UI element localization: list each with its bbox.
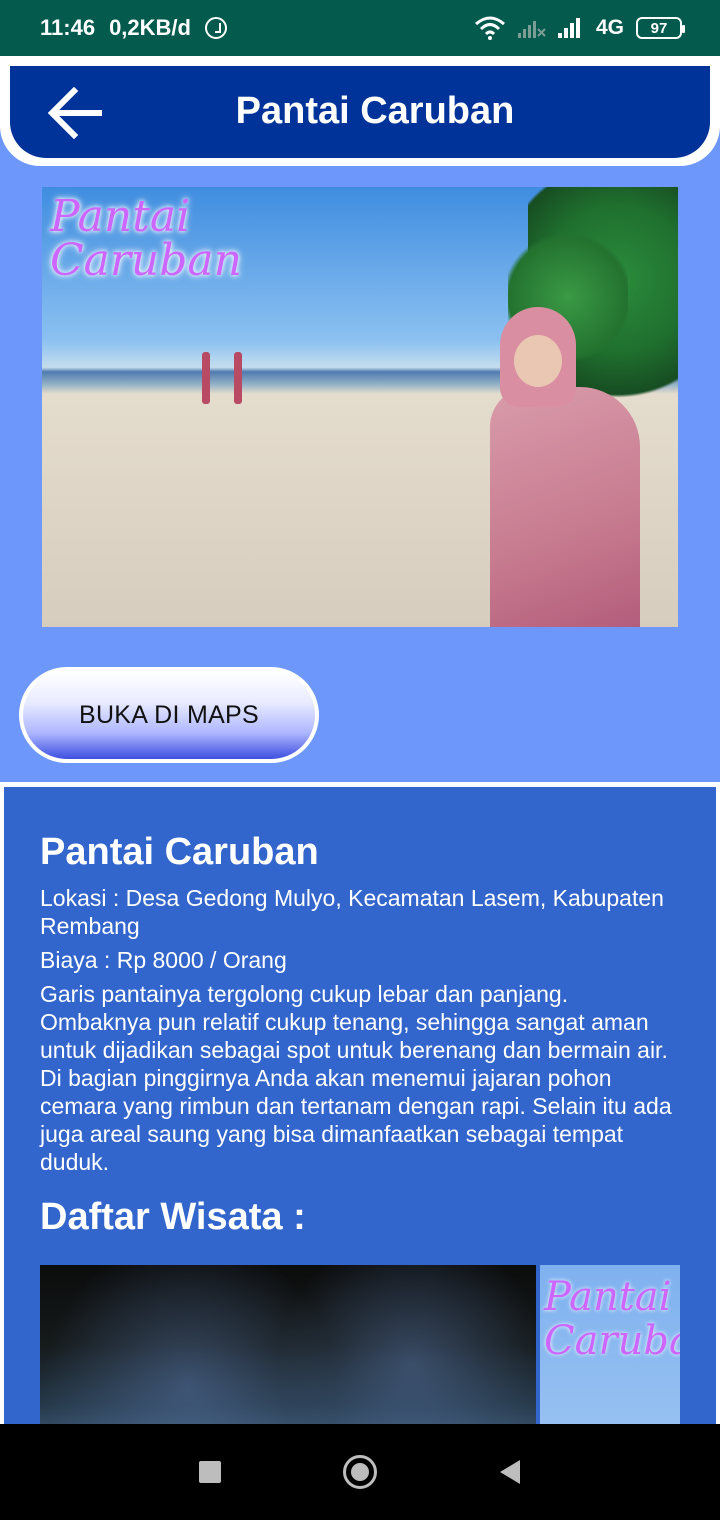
navigation-bar (0, 1424, 720, 1520)
signal-off-icon (517, 17, 546, 39)
page-title: Pantai Caruban (235, 90, 515, 132)
wifi-icon (474, 16, 506, 40)
alarm-icon (204, 17, 227, 39)
back-triangle-icon (500, 1460, 520, 1484)
destination-gallery: Pantai Caruban (40, 1265, 680, 1424)
hero-image: Pantai Caruban (42, 187, 678, 627)
recents-button[interactable] (190, 1452, 230, 1492)
screen: 11:46 0,2KB/d 4G 97 Pantai Caruban Panta… (0, 0, 720, 1520)
status-time: 11:46 (40, 15, 96, 40)
umbrella-decoration (202, 352, 210, 404)
signal-icon (557, 17, 584, 39)
gallery-item[interactable] (40, 1265, 536, 1424)
home-button[interactable] (340, 1452, 380, 1492)
network-label: 4G (595, 16, 624, 39)
gallery-logo-line2: Caruban (544, 1318, 680, 1364)
status-bar: 11:46 0,2KB/d 4G 97 (0, 0, 720, 56)
hero-logo-line2: Caruban (50, 235, 243, 286)
open-maps-button-label: BUKA DI MAPS (23, 671, 315, 759)
info-section: Pantai Caruban Lokasi : Desa Gedong Muly… (0, 782, 720, 1424)
status-left: 11:46 0,2KB/d (40, 15, 227, 41)
status-data-rate: 0,2KB/d (109, 15, 191, 40)
info-title: Pantai Caruban (40, 831, 319, 873)
umbrella-decoration (234, 352, 242, 404)
person-face (514, 335, 562, 387)
info-card: Pantai Caruban Lokasi : Desa Gedong Muly… (4, 787, 716, 1424)
info-description: Garis pantainya tergolong cukup lebar da… (40, 981, 672, 1175)
open-maps-button[interactable]: BUKA DI MAPS (19, 667, 319, 763)
hero-logo-line1: Pantai (50, 191, 191, 242)
info-location: Lokasi : Desa Gedong Mulyo, Kecamatan La… (40, 885, 664, 939)
gallery-item[interactable]: Pantai Caruban (540, 1265, 680, 1424)
list-title: Daftar Wisata : (40, 1196, 306, 1238)
status-right: 4G 97 (474, 16, 685, 40)
battery-icon: 97 (636, 17, 685, 39)
nav-back-button[interactable] (490, 1452, 530, 1492)
hero-logo: Pantai Caruban (50, 195, 242, 283)
gallery-logo-line1: Pantai (544, 1274, 672, 1320)
info-cost: Biaya : Rp 8000 / Orang (40, 947, 287, 973)
battery-level: 97 (650, 19, 668, 37)
person-figure (490, 387, 640, 627)
recents-square-icon (199, 1461, 221, 1483)
gallery-logo: Pantai Caruban (544, 1275, 680, 1363)
home-circle-icon (343, 1455, 377, 1489)
app-bar-inner: Pantai Caruban (10, 66, 710, 158)
app-bar: Pantai Caruban (0, 56, 720, 166)
